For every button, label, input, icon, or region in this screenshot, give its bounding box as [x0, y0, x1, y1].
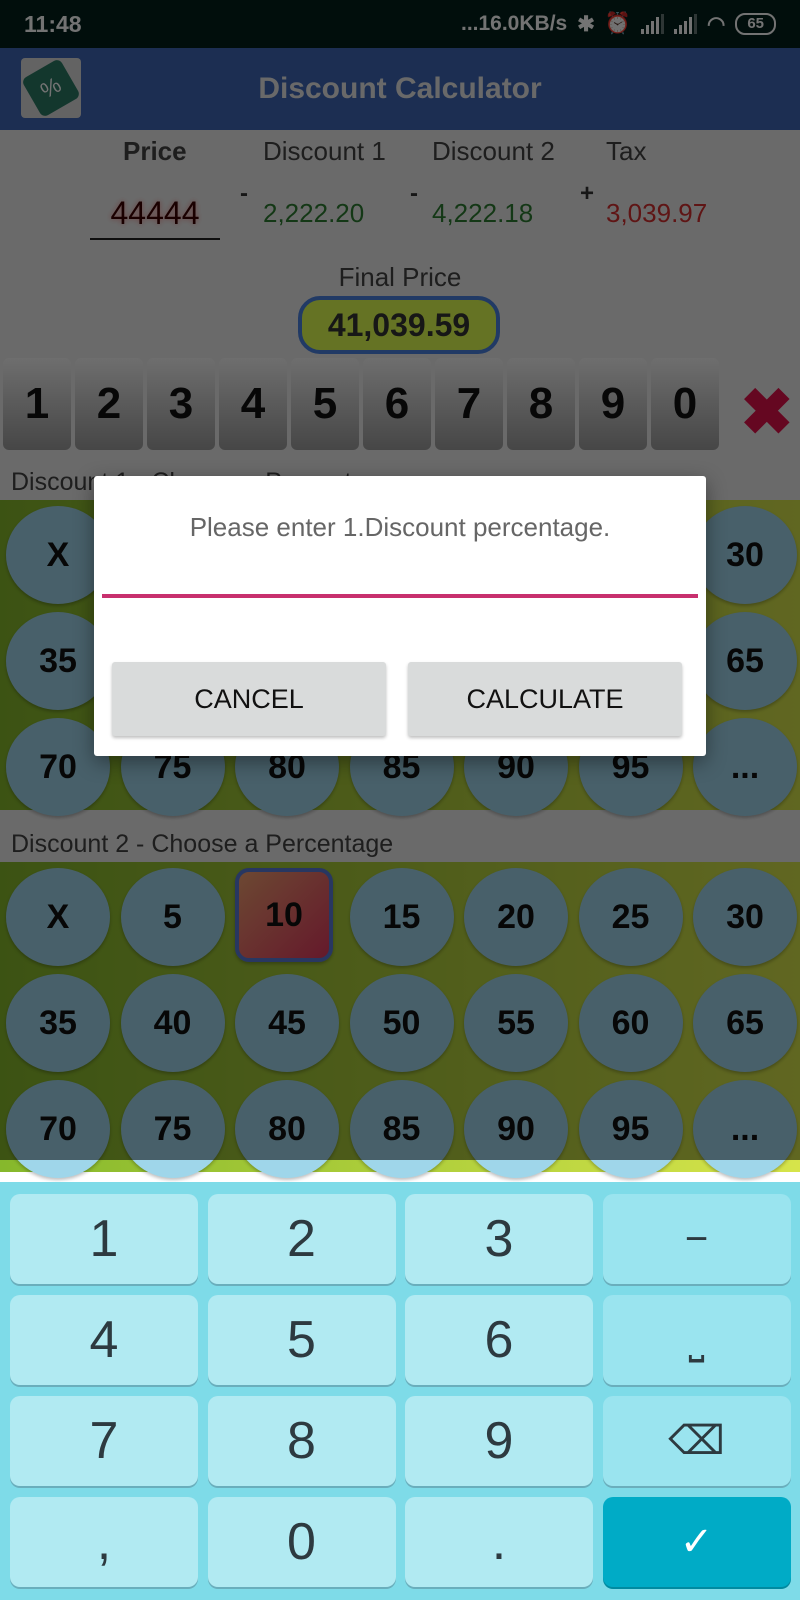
- app-screen: 11:48 ...16.0KB/s ✱ ⏰ ◠ 65 % Discount Ca…: [0, 0, 800, 1600]
- key-space[interactable]: ⎵: [602, 1295, 791, 1385]
- key-comma[interactable]: ,: [10, 1497, 198, 1587]
- cancel-button[interactable]: CANCEL: [112, 662, 386, 736]
- dialog-message: Please enter 1.Discount percentage.: [189, 512, 611, 542]
- key-3[interactable]: 3: [405, 1194, 593, 1284]
- numeric-keyboard: 1 2 3− 4 5 6 ⎵ 7 8 9 ⌫, 0. ✓: [0, 1182, 800, 1600]
- key-5[interactable]: 5: [207, 1295, 396, 1385]
- key-8[interactable]: 8: [207, 1396, 396, 1486]
- key-7[interactable]: 7: [10, 1396, 198, 1486]
- key-6[interactable]: 6: [405, 1295, 593, 1385]
- key-9[interactable]: 9: [405, 1396, 593, 1486]
- key-4[interactable]: 4: [10, 1295, 198, 1385]
- discount-percentage-input[interactable]: [102, 546, 698, 598]
- key-enter[interactable]: ✓: [602, 1497, 791, 1587]
- key-backspace[interactable]: ⌫: [602, 1396, 791, 1486]
- key-minus[interactable]: −: [602, 1194, 791, 1284]
- key-2[interactable]: 2: [207, 1194, 396, 1284]
- key-period[interactable]: .: [405, 1497, 593, 1587]
- key-1[interactable]: 1: [10, 1194, 198, 1284]
- key-0[interactable]: 0: [207, 1497, 396, 1587]
- calculate-button[interactable]: CALCULATE: [408, 662, 682, 736]
- discount-dialog: Please enter 1.Discount percentage. CANC…: [94, 476, 706, 756]
